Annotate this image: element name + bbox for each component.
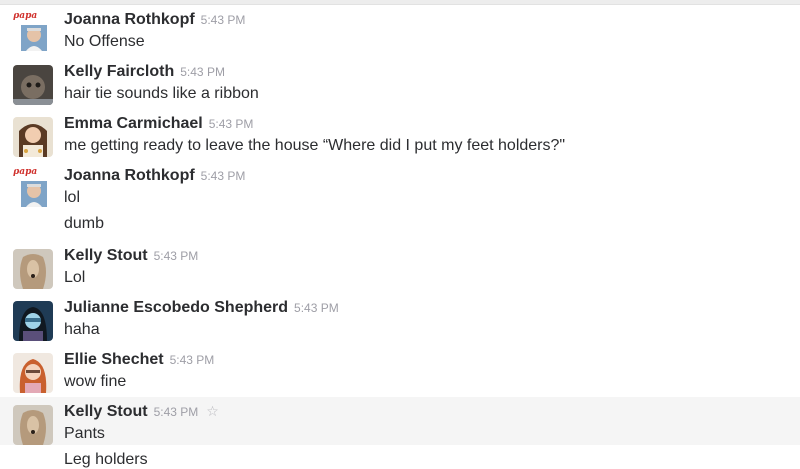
avatar-joanna-papa[interactable]: papa (13, 169, 53, 209)
message-timestamp[interactable]: 5:43 PM (209, 117, 254, 131)
avatar-emma[interactable] (13, 117, 53, 157)
message-item[interactable]: Kelly Stout 5:43 PM ☆ Pants (0, 397, 800, 445)
avatar-tag: papa (13, 13, 38, 21)
message-text: hair tie sounds like a ribbon (64, 85, 259, 102)
message-text: lol (64, 189, 81, 206)
message-timestamp[interactable]: 5:43 PM (170, 353, 215, 367)
message-timestamp[interactable]: 5:43 PM (294, 301, 339, 315)
message-author[interactable]: Joanna Rothkopf 5:43 PM (64, 11, 245, 29)
message-item[interactable]: papa Joanna Rothkopf 5:43 PM No Offense (0, 5, 800, 57)
message-author[interactable]: Kelly Stout 5:43 PM (64, 247, 198, 265)
message-continuation: dumb (64, 215, 105, 232)
message-author[interactable]: Ellie Shechet 5:43 PM (64, 351, 214, 369)
message-author[interactable]: Kelly Faircloth 5:43 PM (64, 63, 225, 81)
author-name[interactable]: Ellie Shechet (64, 351, 164, 368)
message-item[interactable]: Kelly Stout 5:43 PM Lol (0, 241, 800, 293)
message-timestamp[interactable]: 5:43 PM (201, 13, 246, 27)
message-text: No Offense (64, 33, 145, 50)
avatar-kelly-faircloth[interactable] (13, 65, 53, 105)
message-text: Pants (64, 425, 105, 442)
star-icon[interactable]: ☆ (206, 403, 219, 419)
author-name[interactable]: Joanna Rothkopf (64, 167, 195, 184)
avatar-ellie[interactable] (13, 353, 53, 393)
author-name[interactable]: Kelly Stout (64, 247, 148, 264)
message-feed[interactable]: papa Joanna Rothkopf 5:43 PM No Offense K… (0, 0, 800, 468)
avatar-kelly-stout-dog[interactable] (13, 249, 53, 289)
message-author[interactable]: Kelly Stout 5:43 PM ☆ (64, 403, 219, 421)
message-item[interactable]: papa Joanna Rothkopf 5:43 PM lol dumb (0, 161, 800, 241)
author-name[interactable]: Julianne Escobedo Shepherd (64, 299, 288, 316)
message-continuation: Leg holders (64, 451, 148, 468)
message-timestamp[interactable]: 5:43 PM (201, 169, 246, 183)
message-text: Lol (64, 269, 86, 286)
author-name[interactable]: Kelly Stout (64, 403, 148, 420)
author-name[interactable]: Kelly Faircloth (64, 63, 174, 80)
message-item[interactable]: Julianne Escobedo Shepherd 5:43 PM haha (0, 293, 800, 345)
message-text: wow fine (64, 373, 127, 390)
avatar-tag: papa (13, 169, 38, 177)
message-item[interactable]: Emma Carmichael 5:43 PM me getting ready … (0, 109, 800, 161)
avatar-joanna-papa[interactable]: papa (13, 13, 53, 53)
message-item[interactable]: Kelly Faircloth 5:43 PM hair tie sounds l… (0, 57, 800, 109)
message-text: haha (64, 321, 100, 338)
message-author[interactable]: Joanna Rothkopf 5:43 PM (64, 167, 245, 185)
avatar-kelly-stout-dog[interactable] (13, 405, 53, 445)
message-item[interactable]: Ellie Shechet 5:43 PM wow fine (0, 345, 800, 397)
message-timestamp[interactable]: 5:43 PM (154, 405, 199, 419)
message-timestamp[interactable]: 5:43 PM (154, 249, 199, 263)
avatar-julianne[interactable] (13, 301, 53, 341)
message-timestamp[interactable]: 5:43 PM (180, 65, 225, 79)
author-name[interactable]: Emma Carmichael (64, 115, 203, 132)
message-author[interactable]: Emma Carmichael 5:43 PM (64, 115, 253, 133)
author-name[interactable]: Joanna Rothkopf (64, 11, 195, 28)
message-text: me getting ready to leave the house “Whe… (64, 137, 566, 154)
message-author[interactable]: Julianne Escobedo Shepherd 5:43 PM (64, 299, 339, 317)
